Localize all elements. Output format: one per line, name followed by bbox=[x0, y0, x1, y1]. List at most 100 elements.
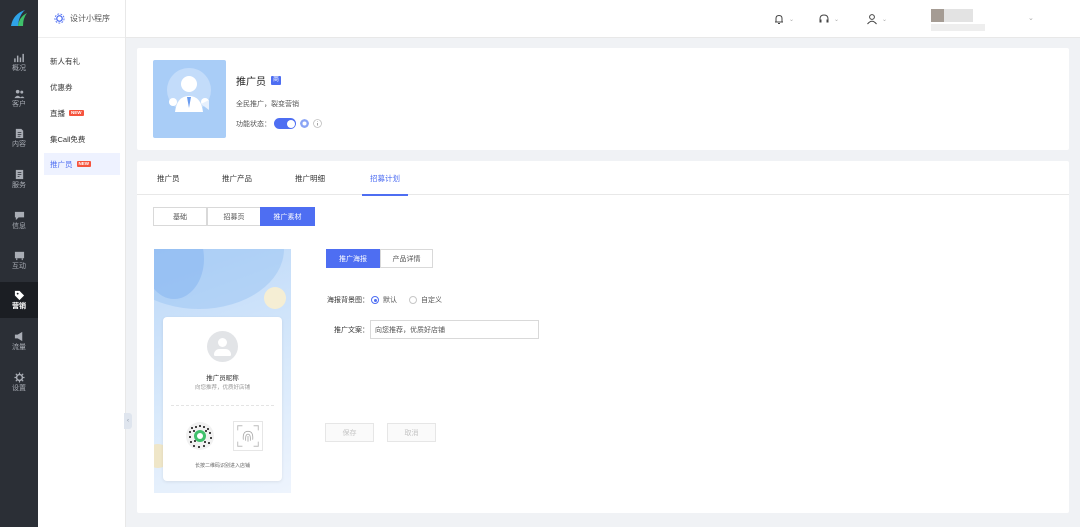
sidebar-collapse-button[interactable]: ‹ bbox=[124, 413, 132, 429]
tab-product-detail[interactable]: 产品详情 bbox=[380, 249, 433, 268]
program-switcher[interactable]: 设计小程序 bbox=[38, 0, 125, 38]
tab-label: 推广明细 bbox=[295, 173, 325, 183]
divider bbox=[171, 405, 274, 406]
subtab-label: 基础 bbox=[173, 213, 187, 221]
settings-badge-icon[interactable] bbox=[300, 119, 309, 128]
subtab-basic[interactable]: 基础 bbox=[153, 207, 207, 226]
save-button[interactable]: 保存 bbox=[325, 423, 374, 442]
info-icon[interactable] bbox=[313, 119, 322, 128]
rail-item-settings[interactable]: 设置 bbox=[0, 364, 38, 400]
message-icon bbox=[14, 211, 24, 220]
page-title: 推广员 bbox=[236, 77, 266, 88]
tab-recruit-plan[interactable]: 招募计划 bbox=[362, 161, 408, 196]
feature-status-row: 功能状态： bbox=[236, 118, 322, 129]
gear-icon bbox=[13, 371, 25, 383]
poster-card: 推广员昵称 向您推荐，优质好店铺 长按二维码识别进入店铺 bbox=[163, 317, 282, 481]
business-tag: 商 bbox=[271, 76, 282, 85]
tab-bar: 推广员 推广产品 推广明细 招募计划 bbox=[137, 161, 1069, 196]
status-label: 功能状态： bbox=[236, 120, 271, 128]
subtab-label: 推广素材 bbox=[273, 213, 302, 221]
user-icon bbox=[867, 14, 877, 25]
user-profile[interactable] bbox=[931, 9, 985, 31]
cancel-label: 取消 bbox=[404, 429, 419, 437]
rail-item-service[interactable]: 服务 bbox=[0, 161, 38, 197]
subnav-item-newcomer[interactable]: 新人有礼 bbox=[44, 50, 120, 72]
poster-slogan: 向您推荐，优质好店铺 bbox=[194, 385, 250, 391]
rail-item-overview[interactable]: 概况 bbox=[0, 44, 38, 80]
top-bar: ⌄ ⌄ ⌄ ⌄ bbox=[126, 0, 1080, 38]
subtab-recruit-page[interactable]: 招募页 bbox=[207, 207, 261, 226]
chevron-down-icon: ⌄ bbox=[882, 16, 888, 23]
tab-label: 产品详情 bbox=[392, 255, 421, 263]
settings-icon bbox=[54, 13, 65, 24]
subtab-materials[interactable]: 推广素材 bbox=[260, 207, 315, 226]
subtab-label: 招募页 bbox=[223, 213, 245, 221]
rail-item-marketing[interactable]: 营销 bbox=[0, 282, 38, 318]
feature-header-card: 推广员 商 全民推广，裂变营销 功能状态： bbox=[137, 48, 1069, 150]
main-rail: 概况 客户 内容 服务 信息 互动 营销 流量 设置 bbox=[0, 0, 38, 527]
rail-item-label: 流量 bbox=[12, 343, 26, 351]
save-label: 保存 bbox=[342, 429, 357, 437]
promoter-figure-icon bbox=[167, 68, 211, 112]
tab-details[interactable]: 推广明细 bbox=[295, 161, 325, 195]
subnav-item-call-free[interactable]: 集Call免费 bbox=[44, 128, 120, 150]
account-info-redacted bbox=[931, 24, 985, 31]
promo-copy-input[interactable]: 向您推荐，优质好店铺 bbox=[370, 320, 539, 339]
radio-unchecked-icon bbox=[409, 296, 417, 304]
tab-products[interactable]: 推广产品 bbox=[222, 161, 252, 195]
subnav-item-label: 集Call免费 bbox=[50, 134, 86, 144]
chevron-down-icon[interactable]: ⌄ bbox=[1028, 14, 1034, 22]
poster-decoration bbox=[264, 287, 286, 309]
avatar bbox=[931, 9, 944, 22]
account-menu[interactable]: ⌄ bbox=[866, 12, 887, 26]
tab-label: 推广产品 bbox=[222, 173, 252, 183]
subnav-item-promoter[interactable]: 推广员 NEW bbox=[44, 153, 120, 175]
qr-code-icon bbox=[186, 422, 214, 450]
rail-item-interact[interactable]: 互动 bbox=[0, 242, 38, 278]
notification-menu[interactable]: ⌄ bbox=[773, 12, 794, 26]
feature-toggle[interactable] bbox=[274, 118, 296, 129]
rail-item-traffic[interactable]: 流量 bbox=[0, 323, 38, 359]
background-label: 海报背景图： bbox=[327, 297, 369, 304]
service-icon bbox=[15, 169, 23, 179]
rail-item-label: 内容 bbox=[12, 140, 26, 148]
radio-label: 默认 bbox=[383, 297, 397, 304]
new-badge: NEW bbox=[69, 110, 84, 116]
bell-icon bbox=[775, 14, 783, 24]
rail-item-label: 服务 bbox=[12, 181, 26, 189]
tab-label: 招募计划 bbox=[370, 173, 400, 183]
username-redacted bbox=[944, 9, 973, 22]
document-icon bbox=[15, 128, 23, 138]
megaphone-icon bbox=[14, 331, 22, 341]
promoter-illustration bbox=[153, 60, 226, 138]
chevron-down-icon: ⌄ bbox=[834, 16, 840, 23]
rail-item-content[interactable]: 内容 bbox=[0, 120, 38, 156]
subnav-item-label: 推广员 bbox=[50, 159, 73, 169]
subnav-item-live[interactable]: 直播 NEW bbox=[44, 102, 120, 124]
tab-poster[interactable]: 推广海报 bbox=[326, 249, 380, 268]
subnav-item-coupon[interactable]: 优惠券 bbox=[44, 76, 120, 98]
chevron-down-icon: ⌄ bbox=[789, 16, 795, 23]
tab-label: 推广员 bbox=[157, 173, 180, 183]
promoter-nickname: 推广员昵称 bbox=[206, 375, 239, 382]
tag-icon bbox=[14, 290, 24, 300]
radio-default[interactable]: 默认 bbox=[371, 295, 397, 305]
program-label: 设计小程序 bbox=[70, 14, 110, 23]
default-avatar-icon bbox=[207, 331, 238, 362]
support-menu[interactable]: ⌄ bbox=[818, 12, 839, 26]
sub-sidebar: 设计小程序 新人有礼 优惠券 直播 NEW 集Call免费 推广员 NEW bbox=[38, 0, 126, 527]
fingerprint-icon bbox=[233, 421, 263, 451]
radio-custom[interactable]: 自定义 bbox=[409, 295, 442, 305]
rail-item-customers[interactable]: 客户 bbox=[0, 80, 38, 116]
radio-label: 自定义 bbox=[421, 297, 442, 304]
cancel-button[interactable]: 取消 bbox=[387, 423, 436, 442]
users-icon bbox=[13, 89, 25, 98]
rail-item-message[interactable]: 信息 bbox=[0, 202, 38, 238]
app-logo[interactable] bbox=[9, 8, 29, 28]
subnav-item-label: 直播 bbox=[50, 108, 65, 118]
rail-item-label: 概况 bbox=[12, 64, 26, 72]
rail-item-label: 互动 bbox=[12, 262, 26, 270]
rail-item-label: 客户 bbox=[12, 100, 26, 108]
feature-description: 全民推广，裂变营销 bbox=[236, 101, 299, 108]
tab-promoters[interactable]: 推广员 bbox=[157, 161, 180, 195]
